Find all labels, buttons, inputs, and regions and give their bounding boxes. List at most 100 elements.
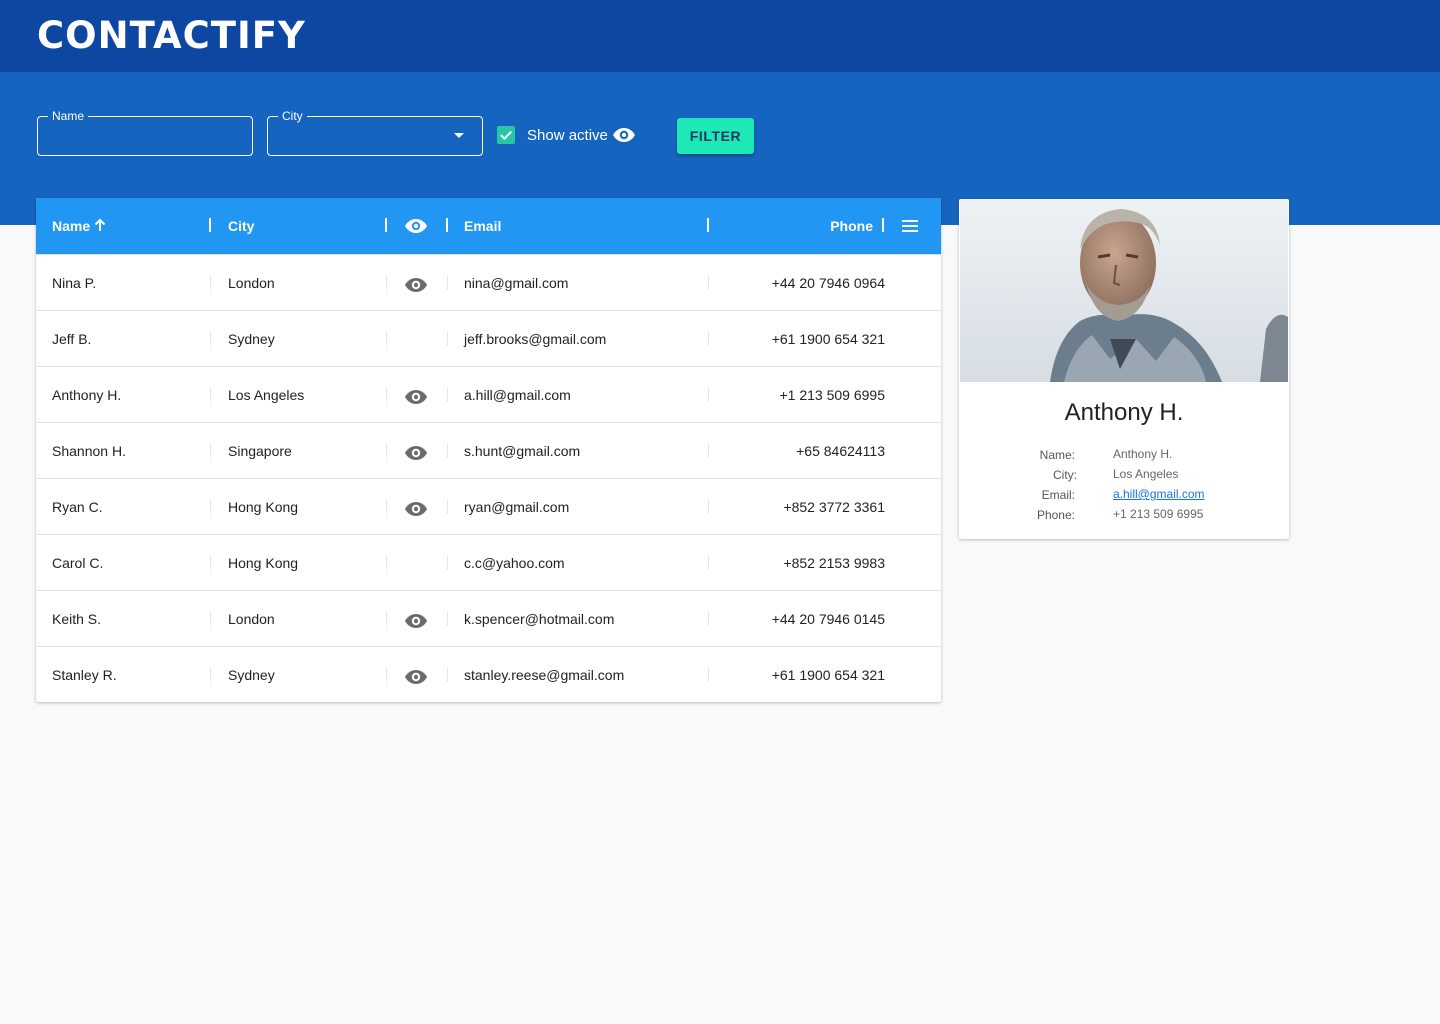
column-divider	[210, 444, 211, 458]
column-divider	[447, 276, 448, 290]
column-divider	[386, 612, 387, 626]
cell-phone: +44 20 7946 0145	[771, 611, 885, 627]
detail-value-city: Los Angeles	[1113, 467, 1179, 481]
check-icon	[500, 130, 512, 141]
app-title: CONTACTIFY	[37, 14, 306, 57]
column-divider	[386, 332, 387, 346]
detail-label-city: City:	[1053, 468, 1077, 482]
cell-city: Hong Kong	[228, 499, 299, 515]
column-divider	[447, 612, 448, 626]
cell-name: Carol C.	[52, 555, 104, 571]
column-header-email[interactable]: Email	[464, 218, 501, 234]
cell-phone: +44 20 7946 0964	[771, 275, 885, 291]
column-header-name[interactable]: Name	[52, 218, 90, 234]
cell-phone: +1 213 509 6995	[779, 387, 886, 403]
column-header-phone[interactable]: Phone	[830, 218, 873, 234]
column-divider	[447, 556, 448, 570]
name-filter-field[interactable]: Name	[37, 108, 253, 156]
cell-city: London	[228, 275, 275, 291]
detail-value-name: Anthony H.	[1113, 447, 1173, 461]
detail-email-link[interactable]: a.hill@gmail.com	[1113, 486, 1205, 502]
column-resize-handle[interactable]	[882, 218, 884, 232]
eye-icon	[404, 611, 428, 636]
app-bar: CONTACTIFY	[0, 0, 1440, 72]
name-filter-input[interactable]	[38, 117, 252, 155]
column-resize-handle[interactable]	[385, 218, 387, 232]
cell-name: Shannon H.	[52, 443, 126, 459]
contact-detail-card: Anthony H. Name: Anthony H. City: Los An…	[959, 199, 1289, 539]
column-divider	[386, 444, 387, 458]
column-divider	[447, 500, 448, 514]
column-divider	[708, 444, 709, 458]
arrow-drop-down-icon	[454, 133, 464, 138]
column-header-city[interactable]: City	[228, 218, 254, 234]
table-row[interactable]: Jeff B. Sydney jeff.brooks@gmail.com +61…	[36, 310, 941, 366]
table-row[interactable]: Anthony H. Los Angeles a.hill@gmail.com …	[36, 366, 941, 422]
column-divider	[708, 276, 709, 290]
table-row[interactable]: Ryan C. Hong Kong ryan@gmail.com +852 37…	[36, 478, 941, 534]
column-divider	[386, 276, 387, 290]
cell-phone: +852 3772 3361	[783, 499, 885, 515]
cell-city: Sydney	[228, 667, 275, 683]
arrow-up-icon[interactable]	[93, 218, 107, 237]
cell-email: nina@gmail.com	[464, 275, 569, 291]
eye-icon	[612, 125, 636, 150]
detail-contact-name: Anthony H.	[1064, 399, 1184, 426]
column-divider	[708, 332, 709, 346]
cell-city: Sydney	[228, 331, 275, 347]
city-filter-select[interactable]: City	[267, 108, 483, 156]
table-row[interactable]: Carol C. Hong Kong c.c@yahoo.com +852 21…	[36, 534, 941, 590]
cell-email: k.spencer@hotmail.com	[464, 611, 615, 627]
column-divider	[447, 388, 448, 402]
menu-icon[interactable]	[902, 219, 918, 238]
column-divider	[210, 276, 211, 290]
contacts-table: Name City Email Phone Nina P. London nin…	[36, 198, 941, 702]
column-divider	[708, 668, 709, 682]
cell-email: a.hill@gmail.com	[464, 387, 571, 403]
column-divider	[386, 500, 387, 514]
show-active-label[interactable]: Show active	[527, 127, 608, 144]
column-divider	[386, 556, 387, 570]
column-divider	[447, 444, 448, 458]
column-divider	[386, 388, 387, 402]
cell-email: s.hunt@gmail.com	[464, 443, 581, 459]
eye-icon	[404, 499, 428, 524]
column-divider	[447, 332, 448, 346]
cell-name: Anthony H.	[52, 387, 122, 403]
column-divider	[708, 556, 709, 570]
eye-icon[interactable]	[404, 216, 428, 241]
eye-icon	[404, 667, 428, 692]
detail-label-email: Email:	[1041, 488, 1075, 502]
cell-city: Singapore	[228, 443, 292, 459]
cell-name: Keith S.	[52, 611, 102, 627]
cell-name: Jeff B.	[52, 331, 92, 347]
column-resize-handle[interactable]	[707, 218, 709, 232]
cell-name: Ryan C.	[52, 499, 103, 515]
cell-city: Los Angeles	[228, 387, 305, 403]
eye-icon	[404, 443, 428, 468]
detail-value-phone: +1 213 509 6995	[1113, 507, 1204, 521]
table-row[interactable]: Shannon H. Singapore s.hunt@gmail.com +6…	[36, 422, 941, 478]
column-divider	[708, 500, 709, 514]
column-divider	[210, 556, 211, 570]
column-divider	[447, 668, 448, 682]
table-row[interactable]: Keith S. London k.spencer@hotmail.com +4…	[36, 590, 941, 646]
eye-icon	[404, 387, 428, 412]
table-row[interactable]: Stanley R. Sydney stanley.reese@gmail.co…	[36, 646, 941, 702]
cell-phone: +65 84624113	[796, 443, 885, 459]
column-divider	[386, 668, 387, 682]
filter-button[interactable]: FILTER	[677, 118, 754, 154]
column-divider	[708, 612, 709, 626]
show-active-checkbox[interactable]	[497, 126, 515, 144]
table-row[interactable]: Nina P. London nina@gmail.com +44 20 794…	[36, 254, 941, 310]
eye-icon	[404, 275, 428, 300]
column-divider	[210, 388, 211, 402]
cell-name: Nina P.	[52, 275, 97, 291]
column-resize-handle[interactable]	[446, 218, 448, 232]
detail-label-phone: Phone:	[1036, 508, 1075, 522]
cell-phone: +61 1900 654 321	[771, 667, 885, 683]
column-divider	[708, 388, 709, 402]
column-resize-handle[interactable]	[209, 218, 211, 232]
cell-email: ryan@gmail.com	[464, 499, 570, 515]
column-divider	[210, 612, 211, 626]
